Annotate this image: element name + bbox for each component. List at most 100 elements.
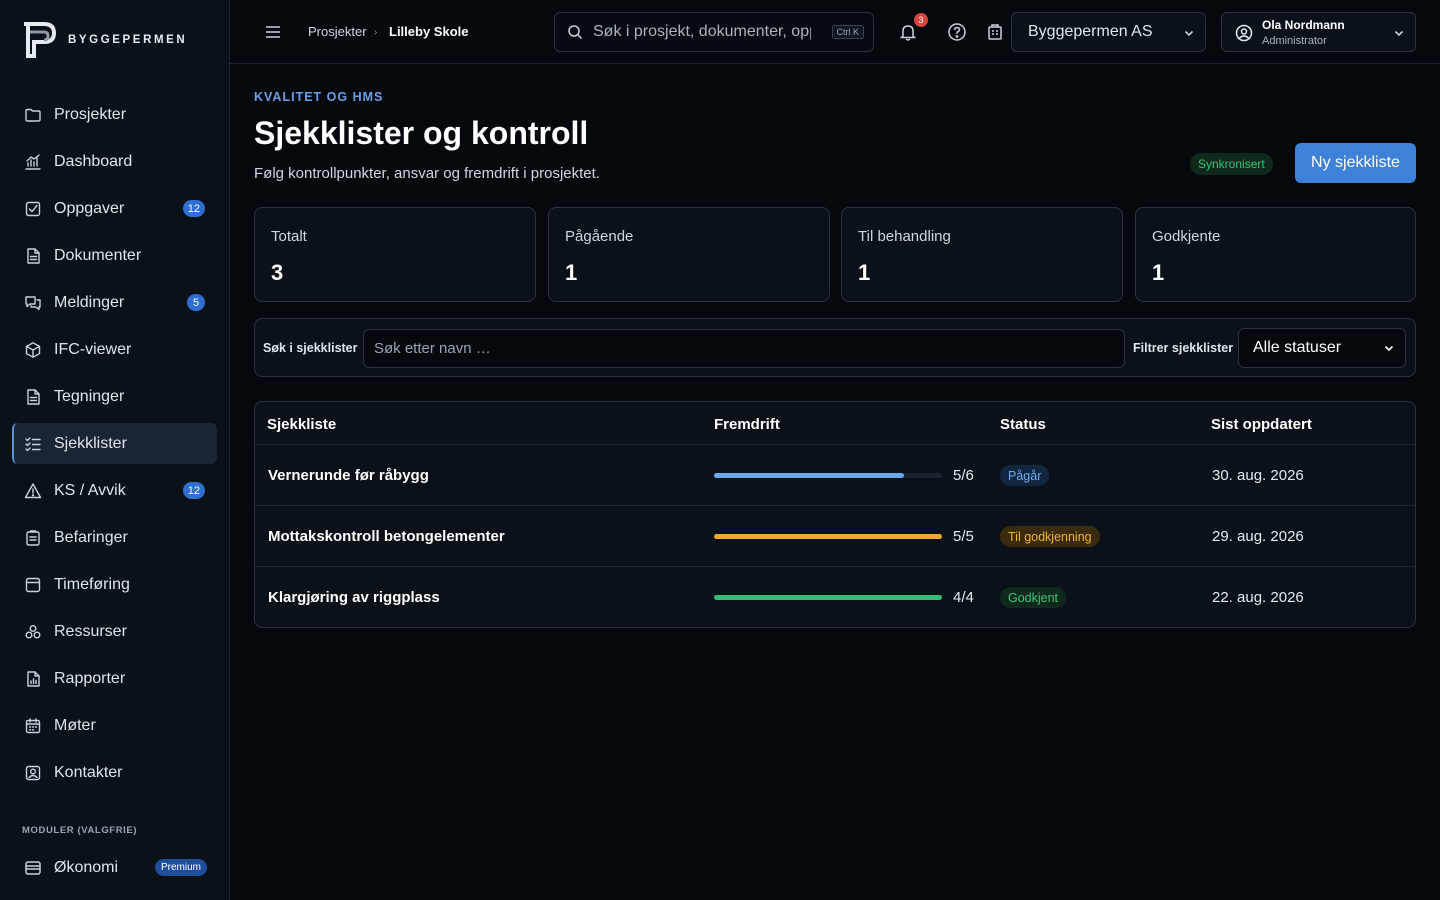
sidebar-item-tegninger[interactable]: Tegninger — [12, 376, 217, 417]
global-search[interactable]: Ctrl K — [554, 12, 874, 52]
sidebar-item-timef-ring[interactable]: Timeføring — [12, 564, 217, 605]
filter-bar: Søk i sjekklister Filtrer sjekklister Al… — [254, 318, 1416, 377]
sidebar-item-sjekklister[interactable]: Sjekklister — [12, 423, 217, 464]
hamburger-menu-icon[interactable] — [264, 23, 282, 41]
sidebar-item-label: Sjekklister — [54, 434, 127, 452]
logo-icon — [24, 22, 57, 58]
sidebar-item-okonomi[interactable]: Økonomi Premium — [12, 847, 217, 888]
checklist-name[interactable]: Mottakskontroll betongelementer — [268, 528, 505, 545]
stat-label: Pågående — [565, 228, 634, 245]
chevron-down-icon — [1394, 30, 1404, 37]
sidebar-item-kontakter[interactable]: Kontakter — [12, 752, 217, 793]
warning-icon — [24, 482, 42, 500]
breadcrumb-separator-icon: › — [374, 27, 378, 38]
brand-logo[interactable]: BYGGEPERMEN — [22, 20, 187, 60]
page-eyebrow: KVALITET OG HMS — [254, 90, 384, 104]
progress-text: 4/4 — [953, 589, 974, 606]
stat-label: Til behandling — [858, 228, 951, 245]
breadcrumb-projects[interactable]: Prosjekter — [308, 24, 367, 39]
notification-count-badge: 3 — [914, 13, 928, 27]
page-subtitle: Følg kontrollpunkter, ansvar og fremdrif… — [254, 165, 600, 182]
sidebar-item-befaringer[interactable]: Befaringer — [12, 517, 217, 558]
sidebar-item-ks-avvik[interactable]: KS / Avvik 12 — [12, 470, 217, 511]
search-shortcut-hint: Ctrl K — [831, 25, 864, 39]
progress-bar — [714, 595, 942, 600]
sidebar-item-prosjekter[interactable]: Prosjekter — [12, 94, 217, 135]
sidebar-item-ifc-viewer[interactable]: IFC-viewer — [12, 329, 217, 370]
bell-icon[interactable] — [898, 22, 918, 42]
status-badge: Pågår — [1000, 465, 1050, 486]
table-row[interactable]: Klargjøring av riggplass 4/4 Godkjent 22. a… — [255, 566, 1415, 627]
sidebar-item-label: KS / Avvik — [54, 481, 126, 499]
building-icon[interactable] — [985, 22, 1005, 42]
help-icon[interactable] — [947, 22, 967, 42]
user-name: Ola Nordmann — [1262, 18, 1345, 32]
stat-label: Totalt — [271, 228, 307, 245]
checklist-name[interactable]: Vernerunde før råbygg — [268, 467, 429, 484]
progress-text: 5/5 — [953, 528, 974, 545]
sidebar-item-oppgaver[interactable]: Oppgaver 12 — [12, 188, 217, 229]
sidebar-item-ressurser[interactable]: Ressurser — [12, 611, 217, 652]
column-header-status[interactable]: Status — [1000, 416, 1046, 433]
sidebar-item-m-ter[interactable]: Møter — [12, 705, 217, 746]
sidebar-item-label: Prosjekter — [54, 105, 127, 123]
premium-badge: Premium — [154, 859, 207, 876]
page-title: Sjekklister og kontroll — [254, 115, 589, 151]
checkbox-icon — [24, 200, 42, 218]
checklist-table: Sjekkliste Fremdrift Status Sist oppdate… — [254, 401, 1416, 628]
sidebar-nav: Prosjekter Dashboard Oppgaver 12 Dokumenter M… — [12, 94, 217, 799]
company-selector[interactable]: Byggepermen AS — [1011, 12, 1206, 52]
count-badge: 12 — [182, 482, 205, 499]
sidebar-item-label: Økonomi — [54, 858, 119, 876]
user-menu[interactable]: Ola Nordmann Administrator — [1221, 12, 1416, 52]
user-avatar-icon — [1235, 24, 1253, 42]
drawing-icon — [24, 388, 42, 406]
chevron-down-icon — [1184, 30, 1194, 37]
stat-card-in-progress: Pågående 1 — [548, 207, 830, 302]
topbar: Prosjekter › Lilleby Skole Ctrl K 3 Bygg… — [230, 0, 1440, 64]
breadcrumb-current-project: Lilleby Skole — [389, 24, 469, 39]
status-filter-select[interactable]: Alle statuser — [1238, 328, 1406, 368]
last-updated-date: 29. aug. 2026 — [1212, 528, 1304, 545]
status-badge: Til godkjenning — [1000, 526, 1100, 547]
global-search-input[interactable] — [593, 23, 811, 41]
last-updated-date: 30. aug. 2026 — [1212, 467, 1304, 484]
sidebar-item-label: Rapporter — [54, 669, 126, 687]
progress-bar-fill — [714, 534, 942, 539]
checklist-name[interactable]: Klargjøring av riggplass — [268, 589, 440, 606]
sidebar-item-label: Møter — [54, 716, 96, 734]
progress-bar-fill — [714, 595, 942, 600]
sidebar-item-label: Oppgaver — [54, 199, 125, 217]
sync-status-badge: Synkronisert — [1190, 153, 1273, 175]
sidebar-item-label: Befaringer — [54, 528, 128, 546]
stat-value: 3 — [271, 260, 284, 285]
sidebar-item-rapporter[interactable]: Rapporter — [12, 658, 217, 699]
progress-bar — [714, 534, 942, 539]
cube-icon — [24, 341, 42, 359]
table-row[interactable]: Mottakskontroll betongelementer 5/5 Til go… — [255, 505, 1415, 566]
checklist-search-input[interactable] — [363, 329, 1125, 368]
column-header-checklist[interactable]: Sjekkliste — [267, 416, 336, 433]
chart-icon — [24, 153, 42, 171]
stat-value: 1 — [858, 260, 871, 285]
checklist-icon — [24, 435, 42, 453]
stat-label: Godkjente — [1152, 228, 1221, 245]
search-icon — [568, 25, 583, 40]
wallet-icon — [24, 859, 42, 877]
new-checklist-button[interactable]: Ny sjekkliste — [1295, 143, 1416, 183]
contact-icon — [24, 764, 42, 782]
table-row[interactable]: Vernerunde før råbygg 5/6 Pågår 30. aug. 20… — [255, 444, 1415, 505]
progress-text: 5/6 — [953, 467, 974, 484]
stat-card-pending: Til behandling 1 — [841, 207, 1123, 302]
sidebar-item-dashboard[interactable]: Dashboard — [12, 141, 217, 182]
clipboard-icon — [24, 529, 42, 547]
column-header-progress[interactable]: Fremdrift — [714, 416, 780, 433]
sidebar-item-dokumenter[interactable]: Dokumenter — [12, 235, 217, 276]
progress-bar — [714, 473, 942, 478]
column-header-updated[interactable]: Sist oppdatert — [1211, 416, 1312, 433]
sidebar-item-meldinger[interactable]: Meldinger 5 — [12, 282, 217, 323]
brand-name: BYGGEPERMEN — [68, 34, 188, 46]
progress-bar-fill — [714, 473, 904, 478]
stat-card-total: Totalt 3 — [254, 207, 536, 302]
chevron-down-icon — [1384, 345, 1394, 352]
